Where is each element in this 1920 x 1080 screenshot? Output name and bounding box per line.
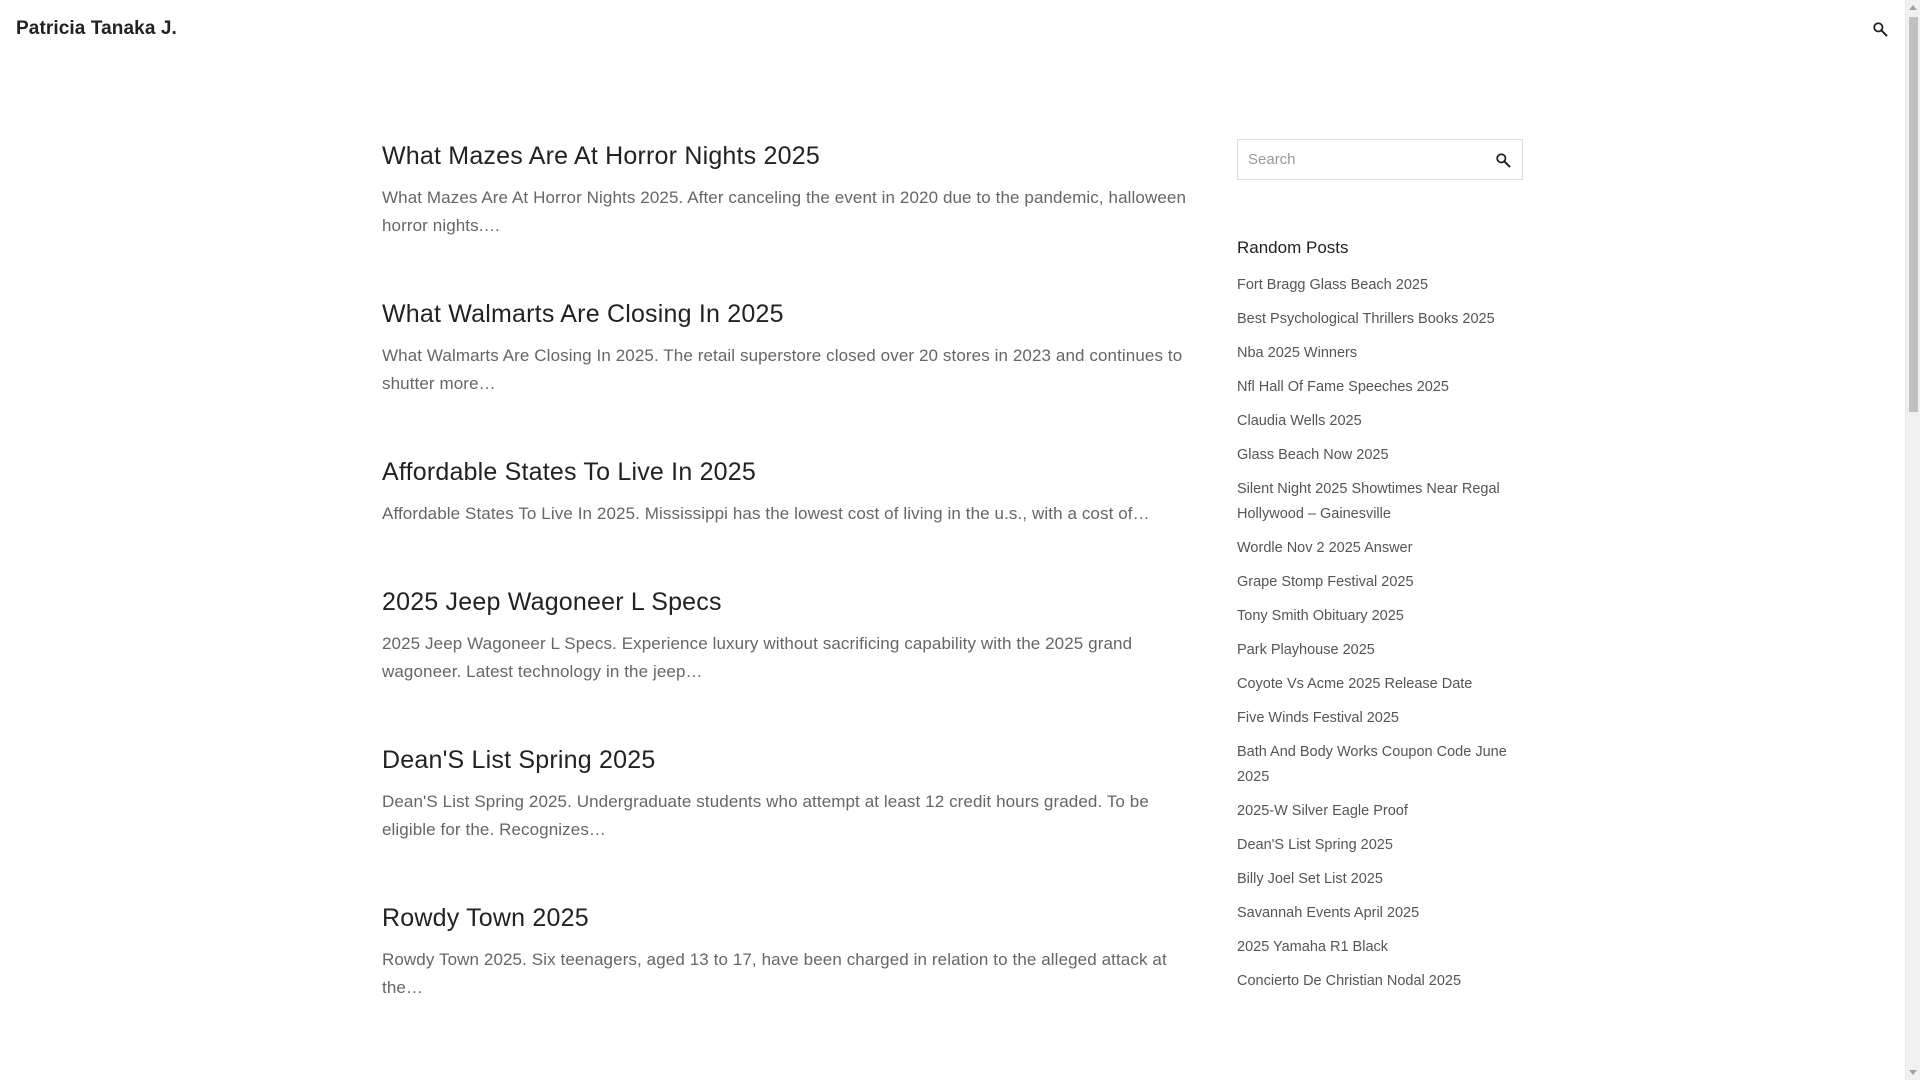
random-post-item: Wordle Nov 2 2025 Answer [1237,536,1523,561]
post-excerpt: Rowdy Town 2025. Six teenagers, aged 13 … [382,950,1167,997]
post-title: What Mazes Are At Horror Nights 2025 [382,138,1202,174]
random-post-link[interactable]: Tony Smith Obituary 2025 [1237,608,1404,624]
random-post-item: Best Psychological Thrillers Books 2025 [1237,307,1523,332]
random-post-item: Billy Joel Set List 2025 [1237,867,1523,892]
random-posts-list: Fort Bragg Glass Beach 2025 Best Psycholo… [1237,273,1523,994]
random-post-item: Silent Night 2025 Showtimes Near Regal H… [1237,477,1523,527]
post-title-link[interactable]: 2025 Jeep Wagoneer L Specs [382,588,722,616]
random-post-item: 2025 Yamaha R1 Black [1237,935,1523,960]
random-post-item: Claudia Wells 2025 [1237,409,1523,434]
post-excerpt: What Walmarts Are Closing In 2025. The r… [382,346,1183,393]
random-post-link[interactable]: Nba 2025 Winners [1237,345,1357,361]
random-post-link[interactable]: Five Winds Festival 2025 [1237,710,1399,726]
page: Patricia Tanaka J. What Mazes Are At Hor… [0,0,1920,1080]
random-post-item: Dean'S List Spring 2025 [1237,833,1523,858]
post-excerpt: Affordable States To Live In 2025. Missi… [382,504,1150,523]
post-title: Dean'S List Spring 2025 [382,742,1202,778]
random-post-link[interactable]: Dean'S List Spring 2025 [1237,837,1393,853]
random-post-link[interactable]: Bath And Body Works Coupon Code June 202… [1237,744,1507,785]
site-header: Patricia Tanaka J. [0,0,1905,58]
random-post-link[interactable]: Coyote Vs Acme 2025 Release Date [1237,676,1472,692]
sidebar-search-form [1237,139,1523,180]
scroll-up-arrow[interactable] [1909,5,1917,10]
post-title: 2025 Jeep Wagoneer L Specs [382,584,1202,620]
random-post-item: Park Playhouse 2025 [1237,638,1523,663]
random-post-item: Nfl Hall Of Fame Speeches 2025 [1237,375,1523,400]
post-item: Dean'S List Spring 2025 Dean'S List Spri… [382,742,1202,844]
random-post-item: Concierto De Christian Nodal 2025 [1237,969,1523,994]
random-post-link[interactable]: Fort Bragg Glass Beach 2025 [1237,277,1428,293]
search-input[interactable] [1238,140,1478,179]
post-item: Affordable States To Live In 2025 Afford… [382,454,1202,528]
post-title-link[interactable]: Affordable States To Live In 2025 [382,458,756,486]
post-title-link[interactable]: Rowdy Town 2025 [382,904,589,932]
random-post-link[interactable]: Park Playhouse 2025 [1237,642,1375,658]
post-item: Rowdy Town 2025 Rowdy Town 2025. Six tee… [382,900,1202,1002]
post-title-link[interactable]: What Walmarts Are Closing In 2025 [382,300,784,328]
random-post-link[interactable]: Silent Night 2025 Showtimes Near Regal H… [1237,481,1500,522]
random-post-link[interactable]: Concierto De Christian Nodal 2025 [1237,973,1461,989]
random-post-item: 2025-W Silver Eagle Proof [1237,799,1523,824]
post-title-link[interactable]: What Mazes Are At Horror Nights 2025 [382,142,820,170]
random-post-item: Bath And Body Works Coupon Code June 202… [1237,740,1523,790]
post-item: 2025 Jeep Wagoneer L Specs 2025 Jeep Wag… [382,584,1202,686]
random-post-link[interactable]: 2025-W Silver Eagle Proof [1237,803,1408,819]
site-title-link[interactable]: Patricia Tanaka J. [16,18,177,40]
post-title-link[interactable]: Dean'S List Spring 2025 [382,746,655,774]
random-post-link[interactable]: 2025 Yamaha R1 Black [1237,939,1388,955]
post-item: What Walmarts Are Closing In 2025 What W… [382,296,1202,398]
random-post-item: Coyote Vs Acme 2025 Release Date [1237,672,1523,697]
scrollbar[interactable] [1905,0,1920,1080]
random-post-item: Glass Beach Now 2025 [1237,443,1523,468]
random-post-item: Five Winds Festival 2025 [1237,706,1523,731]
random-post-item: Savannah Events April 2025 [1237,901,1523,926]
post-title: What Walmarts Are Closing In 2025 [382,296,1202,332]
post-list: What Mazes Are At Horror Nights 2025 Wha… [382,138,1202,1058]
post-item: What Mazes Are At Horror Nights 2025 Wha… [382,138,1202,240]
random-post-link[interactable]: Wordle Nov 2 2025 Answer [1237,540,1412,556]
post-excerpt: What Mazes Are At Horror Nights 2025. Af… [382,188,1187,235]
random-posts-title: Random Posts [1237,238,1349,257]
post-title: Rowdy Town 2025 [382,900,1202,936]
random-post-item: Fort Bragg Glass Beach 2025 [1237,273,1523,298]
post-excerpt: Dean'S List Spring 2025. Undergraduate s… [382,792,1149,839]
post-title: Affordable States To Live In 2025 [382,454,1202,490]
random-post-link[interactable]: Glass Beach Now 2025 [1237,447,1389,463]
random-post-link[interactable]: Claudia Wells 2025 [1237,413,1362,429]
post-excerpt: 2025 Jeep Wagoneer L Specs. Experience l… [382,634,1133,681]
random-post-item: Tony Smith Obituary 2025 [1237,604,1523,629]
search-submit-button[interactable] [1492,149,1514,171]
random-post-item: Grape Stomp Festival 2025 [1237,570,1523,595]
random-post-link[interactable]: Savannah Events April 2025 [1237,905,1419,921]
search-icon [1496,153,1511,168]
random-post-link[interactable]: Nfl Hall Of Fame Speeches 2025 [1237,379,1449,395]
search-icon[interactable] [1869,18,1891,40]
scrollbar-thumb[interactable] [1909,17,1918,412]
random-post-link[interactable]: Best Psychological Thrillers Books 2025 [1237,311,1495,327]
random-post-item: Nba 2025 Winners [1237,341,1523,366]
sidebar: Random Posts Fort Bragg Glass Beach 2025… [1237,139,1523,1003]
random-post-link[interactable]: Billy Joel Set List 2025 [1237,871,1383,887]
random-post-link[interactable]: Grape Stomp Festival 2025 [1237,574,1414,590]
scroll-down-arrow[interactable] [1909,1070,1917,1075]
